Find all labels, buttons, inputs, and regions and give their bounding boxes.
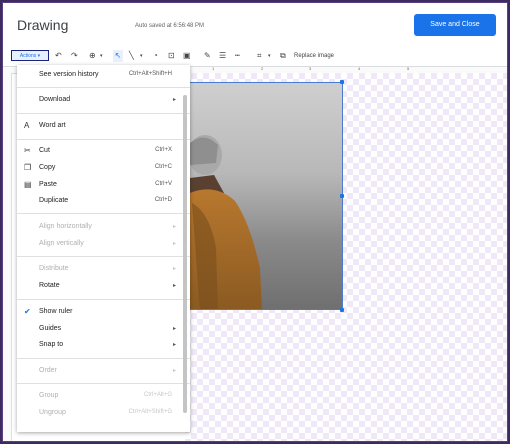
shape-icon[interactable]: ◔ [153,50,158,62]
pen-icon[interactable]: ✎ [204,50,211,62]
chevron-right-icon: ▸ [172,368,176,374]
ruler-tick: 1 [212,66,215,71]
menu-item-order[interactable]: Order ▸ [17,364,190,380]
menu-divider [17,87,190,88]
menu-item-copy[interactable]: ❐ Copy Ctrl+C [17,161,190,177]
menu-divider [17,256,190,257]
menu-item-snap-to[interactable]: Snap to ▸ [17,338,190,354]
menu-item-ungroup[interactable]: Ungroup Ctrl+Alt+Shift+G [17,406,190,422]
actions-button[interactable]: Actions ▾ [11,50,49,61]
menu-item-show-ruler[interactable]: ✔ Show ruler [17,305,190,321]
select-icon[interactable]: ↖ [113,50,123,62]
person-photo [190,135,262,309]
vertical-ruler [3,73,12,441]
autosave-status: Auto saved at 6:56:48 PM [135,23,205,29]
menu-scrollbar[interactable] [183,95,187,413]
menu-divider [17,299,190,300]
chevron-right-icon: ▸ [172,283,176,289]
replace-image-button[interactable]: Replace image [294,51,334,61]
chevron-down-icon[interactable]: ▾ [100,50,103,62]
actions-menu: See version history Ctrl+Alt+Shift+H Dow… [17,65,190,432]
chevron-right-icon: ▸ [172,224,176,230]
paste-icon: ▤ [24,180,32,189]
chevron-down-icon[interactable]: ▾ [268,50,271,62]
resize-handle[interactable] [340,80,344,84]
ruler-tick: 5 [407,66,410,71]
undo-icon[interactable]: ↶ [55,50,62,62]
zoom-icon[interactable]: ⊕ [89,50,96,62]
menu-item-download[interactable]: Download ▸ [17,93,190,109]
menu-item-align-horizontally[interactable]: Align horizontally ▸ [17,220,190,236]
copy-icon: ❐ [24,163,32,172]
menu-divider [17,213,190,214]
menu-item-cut[interactable]: ✂ Cut Ctrl+X [17,144,190,160]
chevron-right-icon: ▸ [172,266,176,272]
border-dash-icon[interactable]: ┅ [235,50,240,62]
menu-divider [17,383,190,384]
image-icon[interactable]: ▣ [183,50,191,62]
word-art-icon: A [24,121,30,130]
textbox-icon[interactable]: ⊡ [168,50,175,62]
border-weight-icon[interactable]: ☰ [219,50,226,62]
menu-divider [17,358,190,359]
menu-item-guides[interactable]: Guides ▸ [17,322,190,338]
toolbar: Actions ▾ ↶ ↷ ⊕ ▾ ↖ ╲ ▾ ◔ ⊡ ▣ ✎ ☰ ┅ ⌗ ▾ … [3,47,507,65]
replace-image-icon[interactable]: ⧉ [280,50,286,62]
menu-item-version-history[interactable]: See version history Ctrl+Alt+Shift+H [17,68,190,84]
dialog-title: Drawing [17,17,69,33]
menu-item-paste[interactable]: ▤ Paste Ctrl+V [17,178,190,194]
menu-item-group[interactable]: Group Ctrl+Alt+G [17,389,190,405]
cut-icon: ✂ [24,146,31,155]
line-icon[interactable]: ╲ [129,50,134,62]
save-and-close-button[interactable]: Save and Close [414,14,496,36]
selected-image[interactable] [189,82,343,310]
check-icon: ✔ [24,307,31,316]
menu-divider [17,139,190,140]
ruler-tick: 2 [261,66,264,71]
menu-item-duplicate[interactable]: Duplicate Ctrl+D [17,194,190,210]
drawing-dialog: Drawing Auto saved at 6:56:48 PM Save an… [2,2,508,442]
chevron-down-icon[interactable]: ▾ [140,50,143,62]
chevron-right-icon: ▸ [172,97,176,103]
menu-item-word-art[interactable]: A Word art [17,119,190,135]
menu-item-distribute[interactable]: Distribute ▸ [17,262,190,278]
chevron-right-icon: ▸ [172,241,176,247]
menu-item-align-vertically[interactable]: Align vertically ▸ [17,237,190,253]
ruler-tick: 4 [358,66,361,71]
resize-handle[interactable] [340,308,344,312]
menu-item-rotate[interactable]: Rotate ▸ [17,279,190,295]
chevron-right-icon: ▸ [172,342,176,348]
chevron-right-icon: ▸ [172,326,176,332]
ruler-tick: 3 [309,66,312,71]
redo-icon[interactable]: ↷ [71,50,78,62]
resize-handle[interactable] [340,194,344,198]
crop-icon[interactable]: ⌗ [257,50,262,62]
menu-divider [17,113,190,114]
